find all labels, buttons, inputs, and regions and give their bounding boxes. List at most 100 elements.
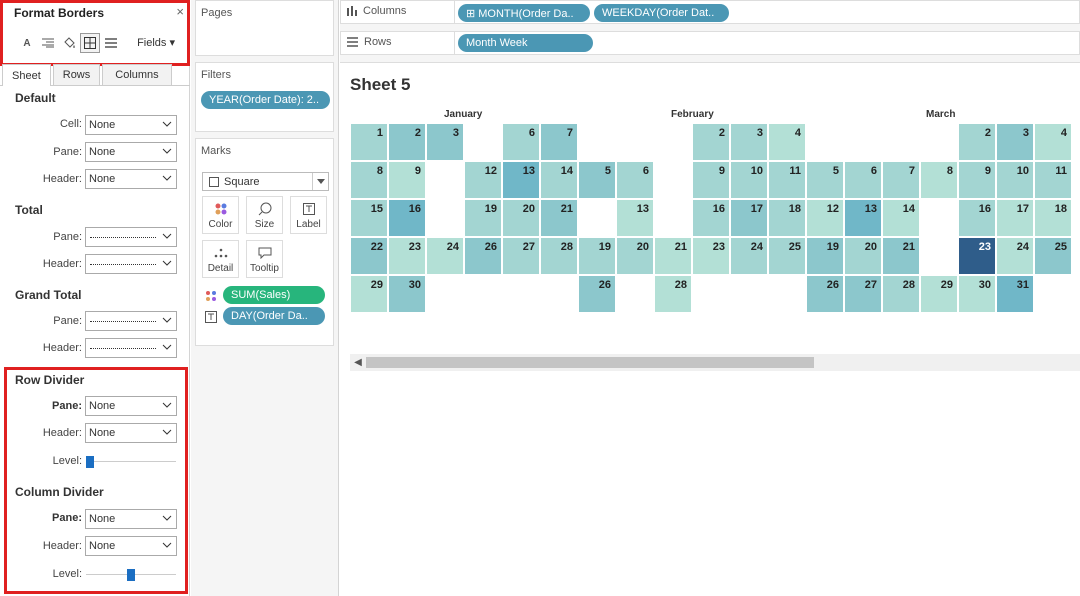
font-icon[interactable]: A: [17, 33, 37, 53]
calendar-cell[interactable]: 18: [768, 199, 806, 237]
scrollbar-thumb[interactable]: [366, 357, 814, 368]
row-divider-pane-select[interactable]: None: [85, 396, 177, 416]
mark-type-select[interactable]: Square: [202, 172, 329, 191]
calendar-cell[interactable]: 20: [844, 237, 882, 275]
calendar-cell[interactable]: 13: [616, 199, 654, 237]
row-divider-header-select[interactable]: None: [85, 423, 177, 443]
calendar-cell[interactable]: 28: [654, 275, 692, 313]
tab-columns[interactable]: Columns: [102, 64, 172, 85]
calendar-cell[interactable]: 19: [578, 237, 616, 275]
calendar-cell[interactable]: 23: [692, 237, 730, 275]
calendar-cell[interactable]: 7: [882, 161, 920, 199]
column-divider-pane-select[interactable]: None: [85, 509, 177, 529]
align-icon[interactable]: [38, 33, 58, 53]
calendar-cell[interactable]: 20: [502, 199, 540, 237]
column-divider-header-select[interactable]: None: [85, 536, 177, 556]
borders-icon[interactable]: [80, 33, 100, 53]
shading-icon[interactable]: [59, 33, 79, 53]
default-header-select[interactable]: None: [85, 169, 177, 189]
calendar-cell[interactable]: 30: [958, 275, 996, 313]
day-order-date-pill[interactable]: DAY(Order Da..: [223, 307, 325, 325]
calendar-cell[interactable]: 16: [388, 199, 426, 237]
calendar-cell[interactable]: 7: [540, 123, 578, 161]
calendar-cell[interactable]: 13: [844, 199, 882, 237]
calendar-cell[interactable]: 28: [540, 237, 578, 275]
row-divider-level-slider[interactable]: [86, 456, 176, 468]
calendar-cell[interactable]: 3: [996, 123, 1034, 161]
calendar-cell[interactable]: 10: [996, 161, 1034, 199]
calendar-cell[interactable]: 11: [768, 161, 806, 199]
calendar-cell[interactable]: 15: [350, 199, 388, 237]
calendar-cell[interactable]: 6: [844, 161, 882, 199]
calendar-cell[interactable]: 26: [806, 275, 844, 313]
rows-shelf[interactable]: Rows Month Week: [340, 31, 1080, 55]
calendar-cell[interactable]: 18: [1034, 199, 1072, 237]
calendar-cell[interactable]: 6: [616, 161, 654, 199]
calendar-cell[interactable]: 14: [882, 199, 920, 237]
horizontal-scrollbar[interactable]: ◀: [350, 354, 1080, 371]
calendar-cell[interactable]: 1: [350, 123, 388, 161]
calendar-cell[interactable]: 24: [730, 237, 768, 275]
calendar-cell[interactable]: 28: [882, 275, 920, 313]
lines-icon[interactable]: [101, 33, 121, 53]
columns-shelf[interactable]: Columns ⊞ MONTH(Order Da.. WEEKDAY(Order…: [340, 0, 1080, 24]
calendar-cell[interactable]: 31: [996, 275, 1034, 313]
calendar-cell[interactable]: 21: [654, 237, 692, 275]
calendar-cell[interactable]: 9: [958, 161, 996, 199]
pages-card[interactable]: Pages: [195, 0, 334, 56]
sum-sales-pill[interactable]: SUM(Sales): [223, 286, 325, 304]
calendar-cell[interactable]: 10: [730, 161, 768, 199]
calendar-cell[interactable]: 6: [502, 123, 540, 161]
calendar-cell[interactable]: 29: [350, 275, 388, 313]
fields-dropdown[interactable]: Fields ▾: [137, 36, 175, 49]
calendar-cell[interactable]: 14: [540, 161, 578, 199]
calendar-cell[interactable]: 25: [1034, 237, 1072, 275]
calendar-cell[interactable]: 19: [806, 237, 844, 275]
calendar-cell[interactable]: 2: [958, 123, 996, 161]
grand-total-header-select[interactable]: [85, 338, 177, 358]
calendar-cell[interactable]: 16: [692, 199, 730, 237]
weekday-order-date-pill[interactable]: WEEKDAY(Order Dat..: [594, 4, 729, 22]
filter-pill[interactable]: YEAR(Order Date): 2..: [201, 91, 330, 109]
calendar-cell[interactable]: 4: [1034, 123, 1072, 161]
calendar-cell[interactable]: 25: [768, 237, 806, 275]
month-week-pill[interactable]: Month Week: [458, 34, 593, 52]
calendar-cell[interactable]: 3: [730, 123, 768, 161]
calendar-cell[interactable]: 5: [806, 161, 844, 199]
calendar-cell[interactable]: 9: [692, 161, 730, 199]
column-divider-level-slider[interactable]: [86, 569, 176, 581]
calendar-cell[interactable]: 21: [882, 237, 920, 275]
calendar-cell[interactable]: 19: [464, 199, 502, 237]
calendar-cell[interactable]: 27: [502, 237, 540, 275]
default-cell-select[interactable]: None: [85, 115, 177, 135]
chevron-left-icon[interactable]: ◀: [350, 354, 366, 371]
month-order-date-pill[interactable]: ⊞ MONTH(Order Da..: [458, 4, 590, 22]
calendar-cell[interactable]: 27: [844, 275, 882, 313]
calendar-cell[interactable]: 26: [578, 275, 616, 313]
calendar-cell[interactable]: 2: [692, 123, 730, 161]
calendar-cell[interactable]: 30: [388, 275, 426, 313]
calendar-cell[interactable]: 12: [806, 199, 844, 237]
tab-rows[interactable]: Rows: [52, 64, 101, 85]
calendar-cell[interactable]: 2: [388, 123, 426, 161]
calendar-cell[interactable]: 11: [1034, 161, 1072, 199]
slider-thumb[interactable]: [127, 569, 135, 581]
tab-sheet[interactable]: Sheet: [2, 64, 51, 86]
calendar-cell[interactable]: 8: [920, 161, 958, 199]
label-button[interactable]: Label: [290, 196, 327, 234]
total-pane-select[interactable]: [85, 227, 177, 247]
calendar-cell[interactable]: 8: [350, 161, 388, 199]
default-pane-select[interactable]: None: [85, 142, 177, 162]
calendar-cell[interactable]: 17: [996, 199, 1034, 237]
calendar-cell[interactable]: 16: [958, 199, 996, 237]
calendar-cell[interactable]: 24: [426, 237, 464, 275]
calendar-cell[interactable]: 29: [920, 275, 958, 313]
calendar-cell[interactable]: 13: [502, 161, 540, 199]
color-button[interactable]: Color: [202, 196, 239, 234]
calendar-cell[interactable]: 21: [540, 199, 578, 237]
calendar-cell[interactable]: 12: [464, 161, 502, 199]
grand-total-pane-select[interactable]: [85, 311, 177, 331]
calendar-cell[interactable]: 3: [426, 123, 464, 161]
detail-button[interactable]: Detail: [202, 240, 239, 278]
calendar-cell[interactable]: 9: [388, 161, 426, 199]
